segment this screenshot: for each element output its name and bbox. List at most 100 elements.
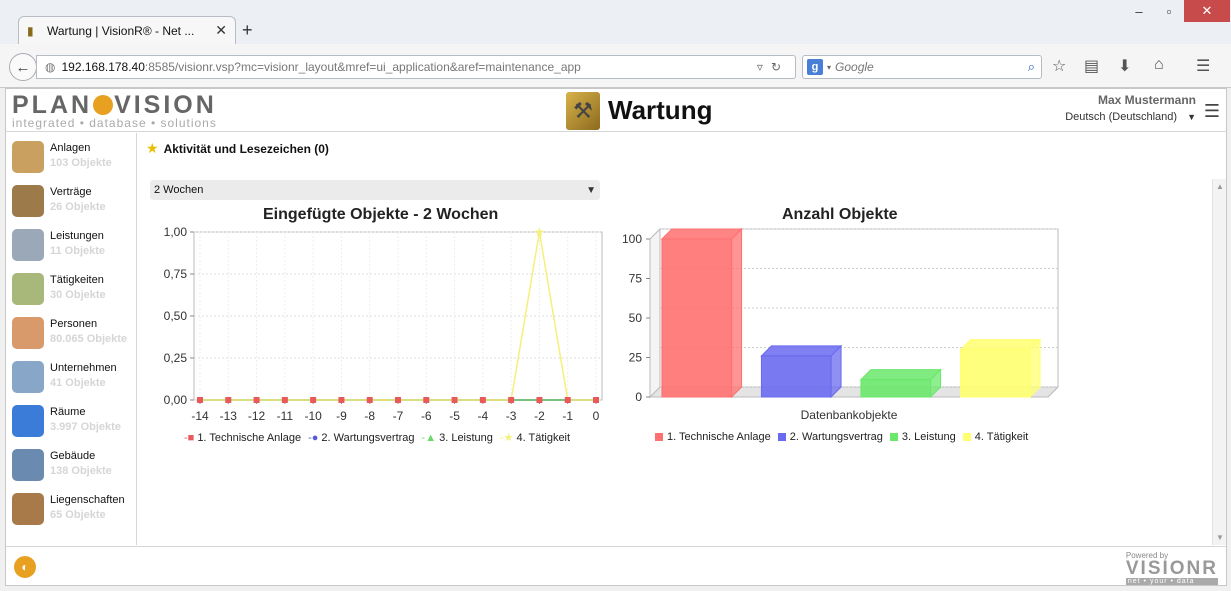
- sidebar-item-4[interactable]: Personen 80.065 Objekte: [12, 313, 136, 357]
- sidebar-item-label: Personen: [50, 318, 98, 330]
- browser-navbar: ← ◍ 192.168.178.40 :8585/visionr.vsp?mc=…: [0, 44, 1231, 88]
- bar-top: [660, 228, 743, 240]
- globe-icon: ◍: [45, 60, 56, 74]
- back-icon[interactable]: ←: [9, 53, 37, 81]
- line-chart-xtick-label: 0: [593, 409, 600, 423]
- url-dropdown-reload-icons[interactable]: ▿↻: [757, 60, 789, 74]
- browser-tab[interactable]: ▮ Wartung | VisionR® - Net ... ✕: [18, 16, 236, 44]
- language-value: Deutsch (Deutschland): [1065, 111, 1178, 123]
- sidebar-item-3[interactable]: Tätigkeiten 30 Objekte: [12, 269, 136, 313]
- sidebar-item-count: 30 Objekte: [50, 289, 106, 301]
- sidebar-item-label: Leistungen: [50, 230, 104, 242]
- maximize-icon[interactable]: ▫: [1154, 0, 1184, 22]
- line-chart-xtick-label: -11: [277, 409, 294, 423]
- line-chart-title: Eingefügte Objekte - 2 Wochen: [263, 206, 499, 223]
- page-title: Wartung: [608, 95, 713, 125]
- sidebar-item-text: Gebäude 138 Objekte: [50, 445, 112, 477]
- legend-marker-icon: -●: [308, 431, 319, 444]
- line-chart-xtick-label: -7: [393, 409, 404, 423]
- reading-list-icon[interactable]: ▤: [1084, 56, 1099, 76]
- sidebar-item-6[interactable]: Räume 3.997 Objekte: [12, 401, 136, 445]
- bar-side: [731, 227, 743, 399]
- bookmark-star-icon[interactable]: ☆: [1052, 56, 1066, 76]
- line-chart-ytick-label: 0,50: [164, 309, 188, 323]
- line-chart-xtick-label: -8: [364, 409, 375, 423]
- scroll-down-icon[interactable]: ▼: [1216, 533, 1224, 542]
- sidebar: Anlagen 103 Objekte Verträge 26 Objekte Leis…: [6, 133, 137, 545]
- tab-title: Wartung | VisionR® - Net ...: [47, 23, 195, 38]
- sidebar-item-label: Anlagen: [50, 142, 91, 154]
- sidebar-item-label: Liegenschaften: [50, 494, 125, 506]
- line-point: [479, 397, 486, 403]
- line-chart-xtick-label: -2: [534, 409, 545, 423]
- line-point: [423, 397, 430, 403]
- app-menu-icon[interactable]: ☰: [1204, 101, 1220, 122]
- legend-label: 1. Technische Anlage: [667, 431, 771, 443]
- line-chart-xtick-label: -9: [336, 409, 347, 423]
- bar-chart: 0 25 50 75 100 Datenbankobjekte: [622, 227, 1060, 422]
- home-icon[interactable]: ⌂: [1154, 56, 1164, 74]
- activity-bookmarks-header[interactable]: ★ Aktivität und Lesezeichen (0): [146, 140, 329, 157]
- search-bar[interactable]: g ▾ Google ⌕: [802, 55, 1042, 79]
- period-select[interactable]: 2 Wochen ▼: [150, 180, 600, 200]
- user-name[interactable]: Max Mustermann: [1065, 93, 1196, 107]
- legend-swatch: [777, 433, 786, 441]
- line-point: [253, 397, 260, 403]
- checklist-icon: [12, 273, 44, 305]
- search-engine-icon[interactable]: g: [807, 59, 823, 75]
- sidebar-item-label: Unternehmen: [50, 362, 117, 374]
- tab-close-icon[interactable]: ✕: [215, 22, 227, 39]
- sidebar-item-2[interactable]: Leistungen 11 Objekte: [12, 225, 136, 269]
- logo-text-plan: PLAN: [12, 91, 93, 119]
- app-title-area: ⚒ Wartung: [566, 89, 712, 132]
- content-scrollbar[interactable]: ▲ ▼: [1212, 179, 1226, 545]
- browser-menu-icon[interactable]: ☰: [1196, 56, 1210, 76]
- line-point: [310, 397, 317, 403]
- room-icon: [12, 405, 44, 437]
- language-select[interactable]: Deutsch (Deutschland) ▼: [1065, 111, 1196, 123]
- maintenance-tools-icon: ⚒: [566, 91, 600, 130]
- sidebar-item-text: Leistungen 11 Objekte: [50, 225, 105, 257]
- scroll-up-icon[interactable]: ▲: [1216, 182, 1224, 191]
- building-icon: [12, 449, 44, 481]
- line-point: [395, 397, 401, 403]
- person-icon: [12, 317, 44, 349]
- user-area[interactable]: Max Mustermann Deutsch (Deutschland) ▼: [1065, 93, 1196, 123]
- line-point: ★: [534, 227, 545, 239]
- sidebar-item-7[interactable]: Gebäude 138 Objekte: [12, 445, 136, 489]
- window-close-icon[interactable]: ✕: [1184, 0, 1230, 22]
- legend-label: 2. Wartungsvertrag: [789, 431, 883, 443]
- search-icon[interactable]: ⌕: [1028, 59, 1035, 75]
- sidebar-item-text: Unternehmen 41 Objekte: [50, 357, 117, 389]
- sidebar-item-8[interactable]: Liegenschaften 65 Objekte: [12, 489, 136, 533]
- bar: [860, 379, 932, 398]
- legend-swatch: [962, 433, 971, 441]
- period-value: 2 Wochen: [154, 184, 204, 196]
- search-engine-dropdown-icon[interactable]: ▾: [827, 63, 831, 72]
- download-icon[interactable]: ⬇: [1118, 56, 1131, 76]
- powered-by: Powered by VISIONR net • your • data: [1125, 551, 1218, 585]
- bar-chart-ytick-label: 75: [629, 272, 643, 286]
- main-content: ★ Aktivität und Lesezeichen (0) 2 Wochen…: [138, 133, 1226, 545]
- activity-bookmarks-title: Aktivität und Lesezeichen (0): [163, 141, 329, 156]
- new-tab-icon[interactable]: +: [242, 20, 253, 41]
- visionr-logo-icon[interactable]: ◐: [14, 556, 36, 578]
- legend-marker-icon: -★: [499, 432, 514, 444]
- sidebar-item-count: 65 Objekte: [50, 509, 106, 521]
- legend-item: 4. Tätigkeit: [962, 431, 1028, 443]
- bar-top: [959, 339, 1042, 351]
- legend-marker-icon: -■: [184, 431, 195, 444]
- legend-item: 2. Wartungsvertrag: [777, 431, 883, 443]
- sidebar-item-5[interactable]: Unternehmen 41 Objekte: [12, 357, 136, 401]
- app-footer: ◐ Powered by VISIONR net • your • data: [6, 546, 1226, 586]
- url-bar[interactable]: ◍ 192.168.178.40 :8585/visionr.vsp?mc=vi…: [36, 55, 796, 79]
- sidebar-item-count: 80.065 Objekte: [50, 333, 128, 345]
- chevron-down-icon: ▼: [586, 184, 596, 196]
- sidebar-item-1[interactable]: Verträge 26 Objekte: [12, 181, 136, 225]
- powered-by-tagline: net • your • data: [1125, 578, 1218, 585]
- house-icon: [12, 493, 44, 525]
- sidebar-item-0[interactable]: Anlagen 103 Objekte: [12, 137, 136, 181]
- legend-swatch: [655, 433, 663, 441]
- minimize-icon[interactable]: –: [1124, 0, 1154, 22]
- logo[interactable]: PLAN VISION integrated • database • solut…: [12, 92, 217, 130]
